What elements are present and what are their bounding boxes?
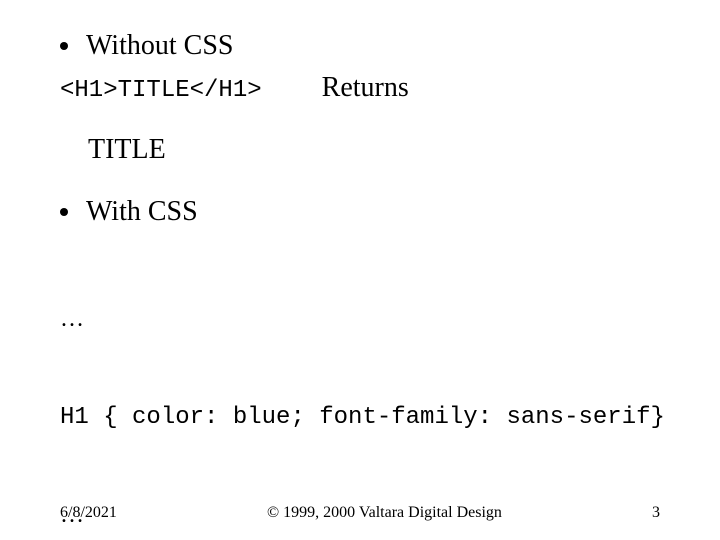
code-h1-tag: <H1>TITLE</H1> (60, 77, 262, 104)
footer-page-number: 3 (652, 504, 660, 522)
bullet-without-css: Without CSS (60, 30, 670, 62)
footer-date: 6/8/2021 (60, 504, 117, 522)
example1-row: <H1>TITLE</H1> Returns (60, 72, 670, 104)
result-title-serif: TITLE (88, 134, 670, 166)
css-code-block: … H1 { color: blue; font-family: sans-se… (60, 238, 670, 540)
bullet-text: Without CSS (86, 30, 233, 62)
bullet-dot-icon (60, 42, 68, 50)
bullet-dot-icon (60, 208, 68, 216)
ellipsis: … (60, 306, 84, 332)
bullet-with-css: With CSS (60, 196, 670, 228)
footer-copyright: © 1999, 2000 Valtara Digital Design (117, 504, 652, 522)
slide: Without CSS <H1>TITLE</H1> Returns TITLE… (0, 0, 720, 540)
css-rule: H1 { color: blue; font-family: sans-seri… (60, 402, 670, 434)
footer: 6/8/2021 © 1999, 2000 Valtara Digital De… (0, 504, 720, 522)
bullet-text: With CSS (86, 196, 198, 228)
returns-label-1: Returns (322, 72, 409, 104)
